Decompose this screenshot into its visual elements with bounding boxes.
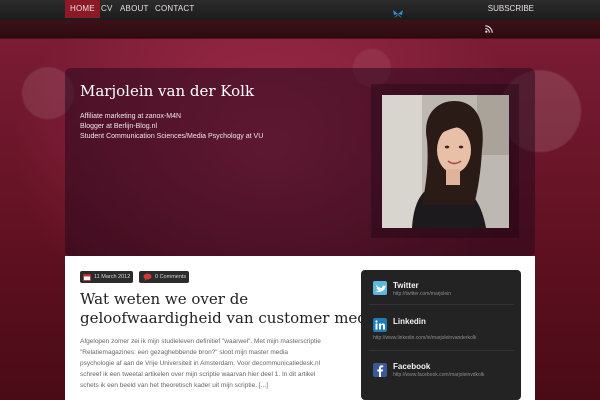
- nav-item-about[interactable]: ABOUT: [120, 0, 149, 18]
- post-date: 11 March 2012: [94, 274, 131, 280]
- sidebar-divider: [369, 304, 514, 305]
- calendar-icon: [83, 274, 91, 281]
- linkedin-url[interactable]: http://www.linkedin.com/in/marjoleinvand…: [373, 335, 476, 341]
- tagline-line: Blogger at Berlijn-Blog.nl: [80, 123, 158, 130]
- post-excerpt-line: Afgelopen zomer zei ik mijn studieleven …: [80, 338, 321, 345]
- nav-item-contact[interactable]: CONTACT: [155, 0, 194, 18]
- nav-item-home[interactable]: HOME: [65, 0, 100, 18]
- twitter-icon[interactable]: [373, 281, 387, 295]
- twitter-url[interactable]: http://twitter.com/marjolein: [393, 291, 451, 297]
- linkedin-link[interactable]: Linkedin: [393, 317, 426, 326]
- facebook-icon[interactable]: [373, 363, 387, 377]
- tagline-line: Affiliate marketing at zanox-M4N: [80, 113, 182, 120]
- nav-item-cv[interactable]: CV: [101, 0, 113, 18]
- post-excerpt-line: schets ik een beeld van het theoretisch …: [80, 382, 268, 389]
- profile-photo: [382, 95, 509, 228]
- comment-icon: [143, 273, 152, 281]
- twitter-link[interactable]: Twitter: [393, 281, 419, 290]
- post-excerpt-line: "Relatiemagazines: een gezaghebbende bro…: [80, 349, 289, 356]
- post-comments-count[interactable]: 0 Comments: [155, 274, 186, 280]
- sidebar-divider: [369, 350, 514, 351]
- post-title[interactable]: Wat weten we over de: [80, 290, 360, 308]
- post-excerpt-line: schreef ik een tweetal artikelen over mi…: [80, 371, 316, 378]
- main-nav: [0, 20, 600, 38]
- rss-icon[interactable]: [485, 25, 493, 33]
- site-title[interactable]: Marjolein van der Kolk: [80, 82, 254, 100]
- butterfly-logo-icon: [393, 10, 403, 18]
- linkedin-icon[interactable]: [373, 318, 387, 332]
- facebook-link[interactable]: Facebook: [393, 362, 430, 371]
- post-excerpt-line: psychologie af aan de Vrije Universiteit…: [80, 360, 321, 367]
- post-title[interactable]: geloofwaardigheid van customer media?: [80, 309, 389, 327]
- subscribe-link[interactable]: SUBSCRIBE: [488, 0, 534, 18]
- facebook-url[interactable]: http://www.facebook.com/marjoleinvdkolk: [393, 372, 484, 378]
- tagline-line: Student Communication Sciences/Media Psy…: [80, 133, 264, 140]
